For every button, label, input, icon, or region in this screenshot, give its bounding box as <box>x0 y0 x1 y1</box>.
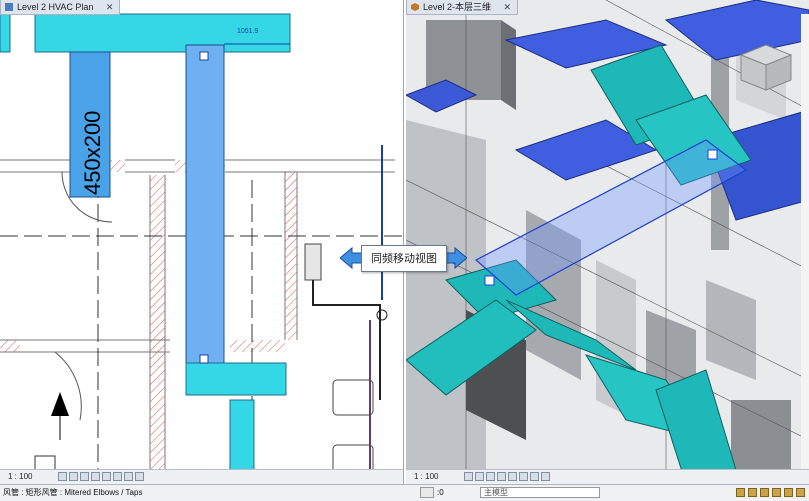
lock-3d-view-icon[interactable] <box>530 472 539 481</box>
crop-view-icon[interactable] <box>508 472 517 481</box>
3d-model-canvas[interactable] <box>406 0 809 484</box>
right-vertical-scrollbar[interactable] <box>801 14 809 469</box>
left-view-control-bar: 1 : 100 <box>0 469 403 484</box>
dimension-label: 1051.9 <box>237 28 259 35</box>
view-control-icons <box>464 472 550 482</box>
status-message: 风管 : 矩形风管 : Mitered Elbows / Taps <box>3 488 143 497</box>
close-icon[interactable]: ✕ <box>106 2 114 12</box>
sun-path-icon[interactable] <box>80 472 89 481</box>
show-crop-icon[interactable] <box>113 472 122 481</box>
select-pinned-icon[interactable] <box>760 488 769 497</box>
temporary-hide-icon[interactable] <box>541 472 550 481</box>
right-view-control-bar: 1 : 100 <box>406 469 809 484</box>
left-plan-view[interactable]: 1051.9 450x200 Level 2 HVAC Plan ✕ 1 : 1… <box>0 0 404 484</box>
door-swings <box>54 171 113 421</box>
wall-hatch <box>110 160 125 172</box>
callout-text: 同频移动视图 <box>361 245 447 272</box>
reveal-hidden-icon[interactable] <box>135 472 144 481</box>
sync-view-callout: 同频移动视图 <box>340 243 467 273</box>
grip-handle-bottom[interactable] <box>199 354 209 364</box>
tab-left-title: Level 2 HVAC Plan <box>17 2 94 12</box>
wall-hatch <box>0 340 20 352</box>
duct-size-tag[interactable]: 450x200 <box>80 111 105 195</box>
detail-level-icon[interactable] <box>58 472 67 481</box>
drag-elements-icon[interactable] <box>784 488 793 497</box>
duct-left-stub[interactable] <box>0 13 11 53</box>
view-control-icons <box>58 472 144 482</box>
crop-view-icon[interactable] <box>102 472 111 481</box>
valve-symbol[interactable] <box>376 309 388 321</box>
right-view-scale[interactable]: 1 : 100 <box>414 470 438 484</box>
show-crop-icon[interactable] <box>519 472 528 481</box>
design-option-select[interactable]: 主模型 <box>480 487 600 498</box>
tab-left-view[interactable]: Level 2 HVAC Plan ✕ <box>0 0 121 15</box>
shadows-icon[interactable] <box>497 472 506 481</box>
wall-hatch <box>285 172 297 340</box>
plumbing-fixtures <box>332 379 374 474</box>
temporary-hide-icon[interactable] <box>124 472 133 481</box>
visual-style-icon[interactable] <box>69 472 78 481</box>
grip-3d-start[interactable] <box>484 275 495 286</box>
tab-right-view[interactable]: Level 2-本层三维 ✕ <box>406 0 519 15</box>
detail-level-icon[interactable] <box>464 472 473 481</box>
plan-view-icon <box>5 3 13 11</box>
selection-filter-icons <box>736 488 805 497</box>
hvac-plan-canvas[interactable]: 1051.9 450x200 <box>0 0 403 484</box>
duct-lower-horizontal[interactable] <box>185 362 287 396</box>
view-cube-icon[interactable] <box>739 44 793 91</box>
duct-riser-selected[interactable] <box>185 44 225 364</box>
left-view-scale[interactable]: 1 : 100 <box>8 470 32 484</box>
wall-hatch <box>150 175 165 470</box>
tab-right-title: Level 2-本层三维 <box>423 2 492 12</box>
north-arrow-icon <box>51 392 69 416</box>
select-by-face-icon[interactable] <box>772 488 781 497</box>
grip-3d-end[interactable] <box>707 149 718 160</box>
3d-view-icon <box>411 3 419 11</box>
close-icon[interactable]: ✕ <box>504 2 512 12</box>
select-links-icon[interactable] <box>736 488 745 497</box>
terminal-unit[interactable] <box>304 243 322 281</box>
status-coord: :0 <box>437 488 444 497</box>
right-3d-view[interactable]: Level 2-本层三维 ✕ 1 : 100 <box>406 0 809 484</box>
select-underlay-icon[interactable] <box>748 488 757 497</box>
status-bar: 风管 : 矩形风管 : Mitered Elbows / Taps :0 主模型 <box>0 484 809 501</box>
shadows-icon[interactable] <box>91 472 100 481</box>
grip-handle-top[interactable] <box>199 51 209 61</box>
filter-icon[interactable] <box>796 488 805 497</box>
sun-path-icon[interactable] <box>486 472 495 481</box>
worksets-icon[interactable] <box>420 487 434 498</box>
visual-style-icon[interactable] <box>475 472 484 481</box>
wall-hatch <box>230 340 285 352</box>
